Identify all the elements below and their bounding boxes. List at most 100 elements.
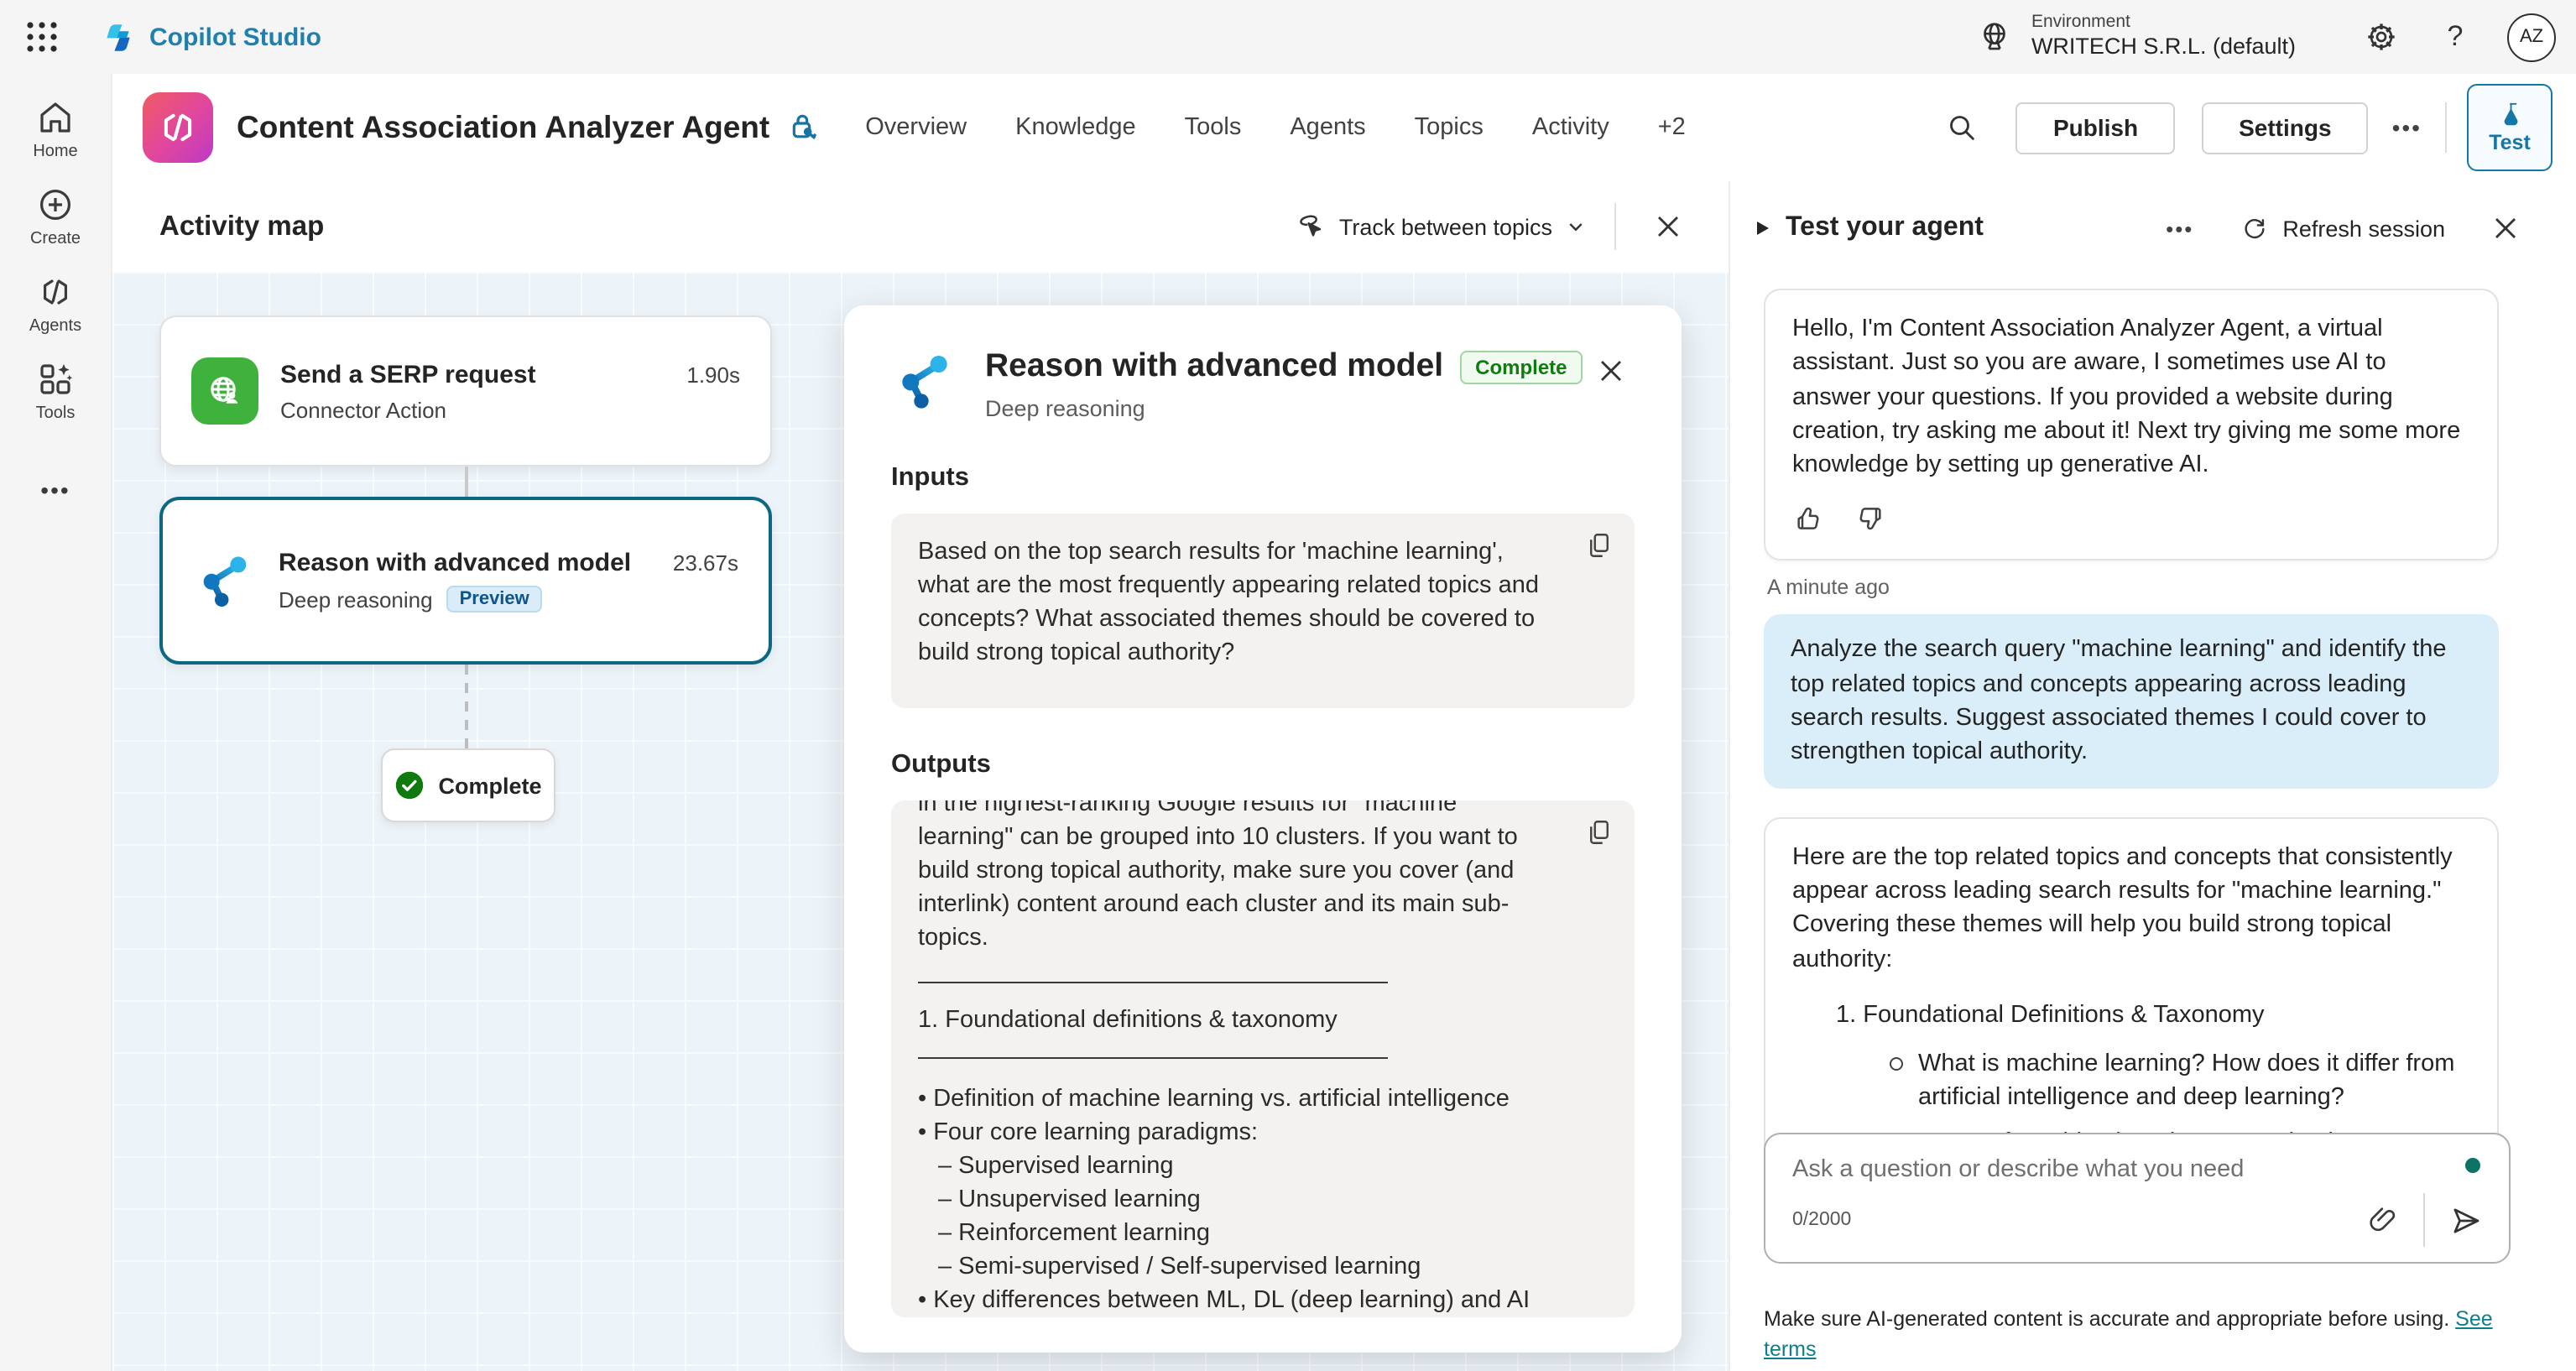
gear-icon (2365, 20, 2398, 54)
connection-status-dot (2465, 1158, 2480, 1173)
flow-node-reason-model[interactable]: Reason with advanced model 23.67s Deep r… (159, 497, 772, 665)
environment-name: WRITECH S.R.L. (default) (2031, 34, 2296, 62)
outputs-item: – Supervised learning (918, 1149, 1554, 1183)
home-icon (35, 97, 76, 138)
lock-key-icon[interactable] (786, 111, 820, 144)
chat-transcript[interactable]: Hello, I'm Content Association Analyzer … (1764, 275, 2499, 1170)
refresh-session-label: Refresh session (2282, 216, 2445, 241)
detail-title: Reason with advanced model (985, 347, 1443, 386)
search-icon (1946, 111, 1979, 144)
sidebar-item-home[interactable]: Home (33, 97, 77, 161)
deep-reasoning-icon (193, 549, 257, 613)
environment-label: Environment (2031, 12, 2296, 34)
test-panel-more-button[interactable]: ••• (2166, 216, 2193, 241)
activity-map-canvas[interactable]: Send a SERP request 1.90s Connector Acti… (112, 272, 1729, 1371)
agent-nav-tabs: Overview Knowledge Tools Agents Topics A… (865, 114, 1686, 141)
status-badge: Complete (1460, 350, 1582, 383)
activity-map-header: Activity map Track between topics (112, 181, 1729, 272)
tab-agents[interactable]: Agents (1290, 114, 1365, 141)
inputs-box: Based on the top search results for 'mac… (891, 513, 1635, 708)
flow-connector-dashed (465, 665, 468, 748)
close-icon (2492, 215, 2519, 242)
settings-gear-button[interactable] (2356, 12, 2407, 62)
detail-close-button[interactable] (1588, 347, 1635, 394)
refresh-session-button[interactable]: Refresh session (2240, 214, 2445, 242)
environment-text: Environment WRITECH S.R.L. (default) (2031, 12, 2296, 62)
brand[interactable]: Copilot Studio (101, 19, 321, 55)
test-button[interactable]: Test (2467, 84, 2553, 171)
test-panel-title: Test your agent (1786, 213, 1984, 243)
outputs-box[interactable]: in the highest-ranking Google results fo… (891, 800, 1635, 1317)
agents-brackets-icon (35, 272, 76, 312)
detail-subtitle: Deep reasoning (985, 396, 1561, 421)
copy-outputs-button[interactable] (1584, 817, 1614, 847)
chevron-down-icon (1566, 216, 1586, 237)
copy-icon (1584, 817, 1614, 847)
composer-divider (2423, 1193, 2425, 1247)
sidebar-more-button[interactable]: ••• (40, 477, 70, 503)
close-icon (1655, 213, 1682, 240)
character-counter: 0/2000 (1792, 1210, 1851, 1230)
node-subtitle: Deep reasoning (279, 586, 433, 612)
thumbs-up-icon[interactable] (1792, 503, 1826, 536)
left-sidebar: Home Create Agents (0, 74, 112, 1371)
disclaimer-text: Make sure AI-generated content is accura… (1764, 1307, 2449, 1331)
node-duration: 23.67s (673, 550, 738, 576)
outputs-item: • Four core learning paradigms: (918, 1116, 1554, 1149)
map-header-divider (1614, 203, 1616, 250)
environment-picker[interactable]: Environment WRITECH S.R.L. (default) (1976, 12, 2296, 62)
waffle-icon (23, 18, 60, 55)
chat-composer: 0/2000 (1764, 1133, 2511, 1264)
user-message: Analyze the search query "machine learni… (1764, 615, 2499, 788)
sidebar-item-agents[interactable]: Agents (29, 272, 81, 336)
thumbs-down-icon[interactable] (1853, 503, 1886, 536)
publish-button[interactable]: Publish (2016, 102, 2175, 154)
connector-action-icon (191, 357, 258, 425)
tab-knowledge[interactable]: Knowledge (1015, 114, 1136, 141)
chat-input[interactable] (1792, 1156, 2347, 1183)
collapse-caret-icon[interactable] (1757, 222, 1769, 235)
sidebar-item-label: Tools (36, 404, 76, 423)
sidebar-item-label: Home (33, 143, 77, 161)
tab-tools[interactable]: Tools (1185, 114, 1242, 141)
flask-icon (2496, 101, 2523, 128)
tab-overflow[interactable]: +2 (1658, 114, 1686, 141)
sidebar-item-create[interactable]: Create (30, 185, 81, 248)
attach-file-button[interactable] (2360, 1196, 2407, 1243)
activity-map-close-button[interactable] (1645, 203, 1692, 250)
sidebar-item-tools[interactable]: Tools (35, 359, 76, 423)
agent-brackets-icon (156, 106, 200, 149)
help-button[interactable]: ? (2430, 12, 2480, 62)
bot-reply-list-item: 1. Foundational Definitions & Taxonomy (1836, 1002, 2470, 1029)
tab-activity[interactable]: Activity (1532, 114, 1609, 141)
flow-status-complete[interactable]: Complete (381, 748, 555, 822)
track-selector[interactable]: Track between topics (1292, 210, 1586, 243)
sidebar-item-label: Agents (29, 317, 81, 336)
copy-inputs-button[interactable] (1584, 530, 1614, 560)
node-title: Send a SERP request (280, 360, 536, 388)
top-bar: Copilot Studio Environment WRITECH S.R.L… (0, 0, 2576, 74)
tab-overview[interactable]: Overview (865, 114, 967, 141)
user-avatar[interactable]: AZ (2507, 13, 2556, 61)
test-panel-close-button[interactable] (2482, 205, 2529, 252)
tools-icon (35, 359, 76, 399)
preview-badge: Preview (446, 586, 543, 613)
app-launcher-icon[interactable] (17, 12, 67, 62)
outputs-section-title: 1. Foundational definitions & taxonomy (918, 1003, 1554, 1037)
activity-map-panel: Activity map Track between topics (112, 181, 1730, 1371)
node-detail-panel: Reason with advanced model Complete Deep… (844, 305, 1682, 1353)
tab-topics[interactable]: Topics (1415, 114, 1484, 141)
flow-node-serp-request[interactable]: Send a SERP request 1.90s Connector Acti… (159, 315, 772, 467)
sidebar-item-label: Create (30, 230, 81, 248)
outputs-heading: Outputs (891, 750, 1635, 780)
send-button[interactable] (2442, 1196, 2489, 1243)
bot-reply-sub-bullet: What is machine learning? How does it di… (1886, 1047, 2470, 1115)
close-icon (1598, 357, 1624, 384)
copilot-studio-logo-icon (101, 19, 136, 55)
header-more-button[interactable]: ••• (2392, 114, 2422, 141)
environment-globe-icon (1976, 18, 2015, 56)
search-button[interactable] (1936, 101, 1989, 154)
bot-message: Here are the top related topics and conc… (1764, 816, 2499, 1170)
settings-button[interactable]: Settings (2202, 102, 2368, 154)
refresh-icon (2240, 214, 2269, 242)
